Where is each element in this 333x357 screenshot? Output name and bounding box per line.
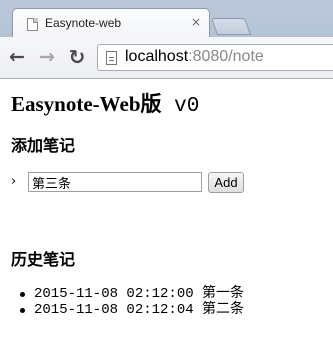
history-item: 2015-11-08 02:12:00 第一条 xyxy=(19,286,245,302)
url-text[interactable]: localhost:8080/note xyxy=(125,48,264,66)
history-heading: 历史笔记 xyxy=(11,252,76,269)
new-tab-button[interactable] xyxy=(210,18,252,35)
prompt-chevron-icon: › xyxy=(11,174,17,189)
url-path: :8080/note xyxy=(188,48,264,65)
browser-toolbar: ← → ↻ localhost:8080/note xyxy=(0,37,333,79)
history-item: 2015-11-08 02:12:04 第二条 xyxy=(19,302,245,318)
page-title-version: v0 xyxy=(161,95,200,118)
forward-arrow-icon[interactable]: → xyxy=(36,46,58,68)
tab-title: Easynote-web xyxy=(45,16,122,30)
page-title-name: Easynote-Web版 xyxy=(11,92,162,116)
add-note-heading: 添加笔记 xyxy=(11,138,76,155)
tab-strip: Easynote-web × xyxy=(0,0,333,38)
page-content: Easynote-Web版 v0 添加笔记 › Add 历史笔记 2015-11… xyxy=(0,80,333,357)
browser-tab[interactable]: Easynote-web × xyxy=(12,8,210,38)
back-arrow-icon[interactable]: ← xyxy=(6,46,28,68)
reload-icon[interactable]: ↻ xyxy=(66,46,88,68)
close-tab-icon[interactable]: × xyxy=(191,15,201,29)
url-host: localhost xyxy=(125,48,189,65)
add-button[interactable]: Add xyxy=(208,172,244,193)
address-bar[interactable]: localhost:8080/note xyxy=(97,44,333,71)
page-icon xyxy=(106,51,117,65)
page-title: Easynote-Web版 v0 xyxy=(11,88,199,118)
note-input[interactable] xyxy=(28,172,202,192)
page-icon xyxy=(27,18,38,31)
history-list: 2015-11-08 02:12:00 第一条 2015-11-08 02:12… xyxy=(19,286,245,318)
